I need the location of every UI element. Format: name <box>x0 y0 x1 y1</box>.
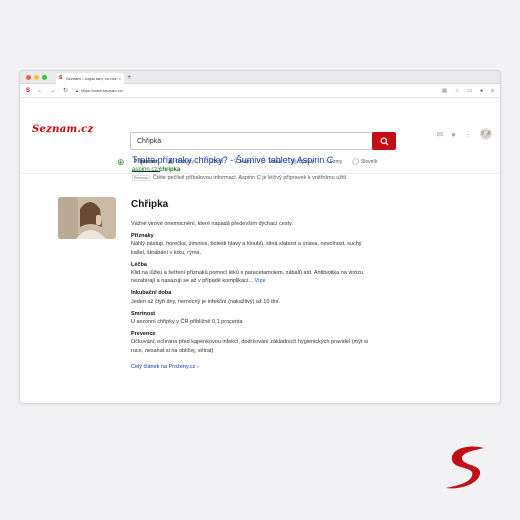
knowledge-panel: Vážné virové onemocnění, které napadá př… <box>131 220 371 371</box>
url-text: https://www.seznam.cz/ <box>81 88 123 93</box>
tab-bar: S Seznam – najdu tam, co neznám × + <box>20 71 500 84</box>
seznam-browser-icon: S <box>26 87 31 94</box>
section-heading: Léčba <box>131 261 147 268</box>
minimize-window-button[interactable] <box>34 74 39 80</box>
browser-tab[interactable]: S Seznam – najdu tam, co neznám × <box>56 72 124 84</box>
ad-url[interactable]: aspirin.cz/chripka <box>132 167 432 173</box>
ad-description-row: Reklama Čtěte pečlivě příbalovou informa… <box>132 175 432 181</box>
browser-window: S Seznam – najdu tam, co neznám × + S ← … <box>19 70 501 404</box>
section-text-content: Jeden až čtyři dny, nemocný je infekční … <box>131 298 281 305</box>
user-avatar[interactable]: 🐶︎ <box>480 128 492 140</box>
screen-icon[interactable]: ▭ <box>467 88 472 94</box>
section-text-content: Klid na lůžku a šetření příznaků pomocí … <box>131 270 364 285</box>
mail-icon[interactable]: ✉ <box>436 130 443 139</box>
address-bar[interactable]: 🔒︎ https://www.seznam.cz/ <box>74 86 374 95</box>
woman-with-flu-image <box>58 197 116 239</box>
browser-toolbar: S ← → ↻ 🔒︎ https://www.seznam.cz/ ▤ ☆ ▭ … <box>20 84 500 98</box>
search-query: Chřipka <box>137 137 162 145</box>
full-article-link[interactable]: Celý článek na Proženy.cz › <box>131 363 371 371</box>
sponsored-result: Trpíte příznaky chřipky? - Šumivé tablet… <box>132 155 432 181</box>
tab-title: Seznam – najdu tam, co neznám <box>66 75 117 81</box>
flu-photo[interactable] <box>58 197 116 239</box>
search-header: Seznam.cz Chřipka × ✉ ● ⋮ 🐶︎ ⌕Internet▣O… <box>20 98 500 174</box>
apps-grid-icon[interactable]: ⋮ <box>464 130 472 139</box>
seznam-brand-logo <box>442 444 488 497</box>
ad-title-link[interactable]: Trpíte příznaky chřipky? - Šumivé tablet… <box>132 155 432 165</box>
back-arrow-icon[interactable]: ← <box>37 88 43 94</box>
ad-badge: Reklama <box>132 175 150 181</box>
new-tab-button[interactable]: + <box>127 74 131 81</box>
section-text: U sezonní chřipky v ČR přibližně 0,1 pro… <box>131 318 371 326</box>
profile-icon[interactable]: ● <box>480 88 483 94</box>
section-heading: Prevence <box>131 331 156 338</box>
forward-arrow-icon[interactable]: → <box>50 88 56 94</box>
notification-bell-icon[interactable]: ● <box>451 130 456 139</box>
section-heading: Příznaky <box>131 233 154 240</box>
section-heading: Smrtnost <box>131 310 156 317</box>
ad-url-domain: aspirin.cz/ <box>132 167 160 173</box>
ad-url-path: chripka <box>159 167 181 173</box>
knowledge-intro: Vážné virové onemocnění, které napadá př… <box>131 221 293 227</box>
section-text: Náhlý nástup, horečka, zimnice, bolesti … <box>131 240 371 256</box>
window-controls <box>26 74 47 80</box>
reader-icon[interactable]: ▤ <box>442 88 447 94</box>
section-text-content: U sezonní chřipky v ČR přibližně 0,1 pro… <box>131 319 243 326</box>
seznam-logo[interactable]: Seznam.cz <box>32 124 94 135</box>
section-text-content: Náhlý nástup, horečka, zimnice, bolesti … <box>131 241 362 256</box>
add-plus-icon: ⊕ <box>117 157 125 167</box>
search-input[interactable]: Chřipka × <box>130 132 394 150</box>
section-heading: Inkubační doba <box>131 290 172 297</box>
seznam-favicon-icon: S <box>59 74 63 81</box>
more-link[interactable]: Více <box>253 278 266 284</box>
section-text: Očkování, ochrana před kapénkovou infekc… <box>131 338 371 354</box>
bookmark-star-icon[interactable]: ☆ <box>455 88 459 94</box>
section-text: Klid na lůžku a šetření příznaků pomocí … <box>131 269 371 285</box>
knowledge-title: Chřipka <box>131 199 169 210</box>
menu-icon[interactable]: ≡ <box>491 88 494 94</box>
lock-icon: 🔒︎ <box>76 88 79 93</box>
search-button[interactable] <box>372 132 396 150</box>
section-text-content: Očkování, ochrana před kapénkovou infekc… <box>131 339 368 354</box>
reload-icon[interactable]: ↻ <box>63 87 68 94</box>
tab-close-icon[interactable]: × <box>119 76 121 81</box>
search-icon <box>379 136 389 146</box>
maximize-window-button[interactable] <box>42 74 47 80</box>
close-window-button[interactable] <box>26 74 31 80</box>
section-text: Jeden až čtyři dny, nemocný je infekční … <box>131 298 371 306</box>
ad-description: Čtěte pečlivě příbalovou informaci. Aspi… <box>152 175 347 181</box>
